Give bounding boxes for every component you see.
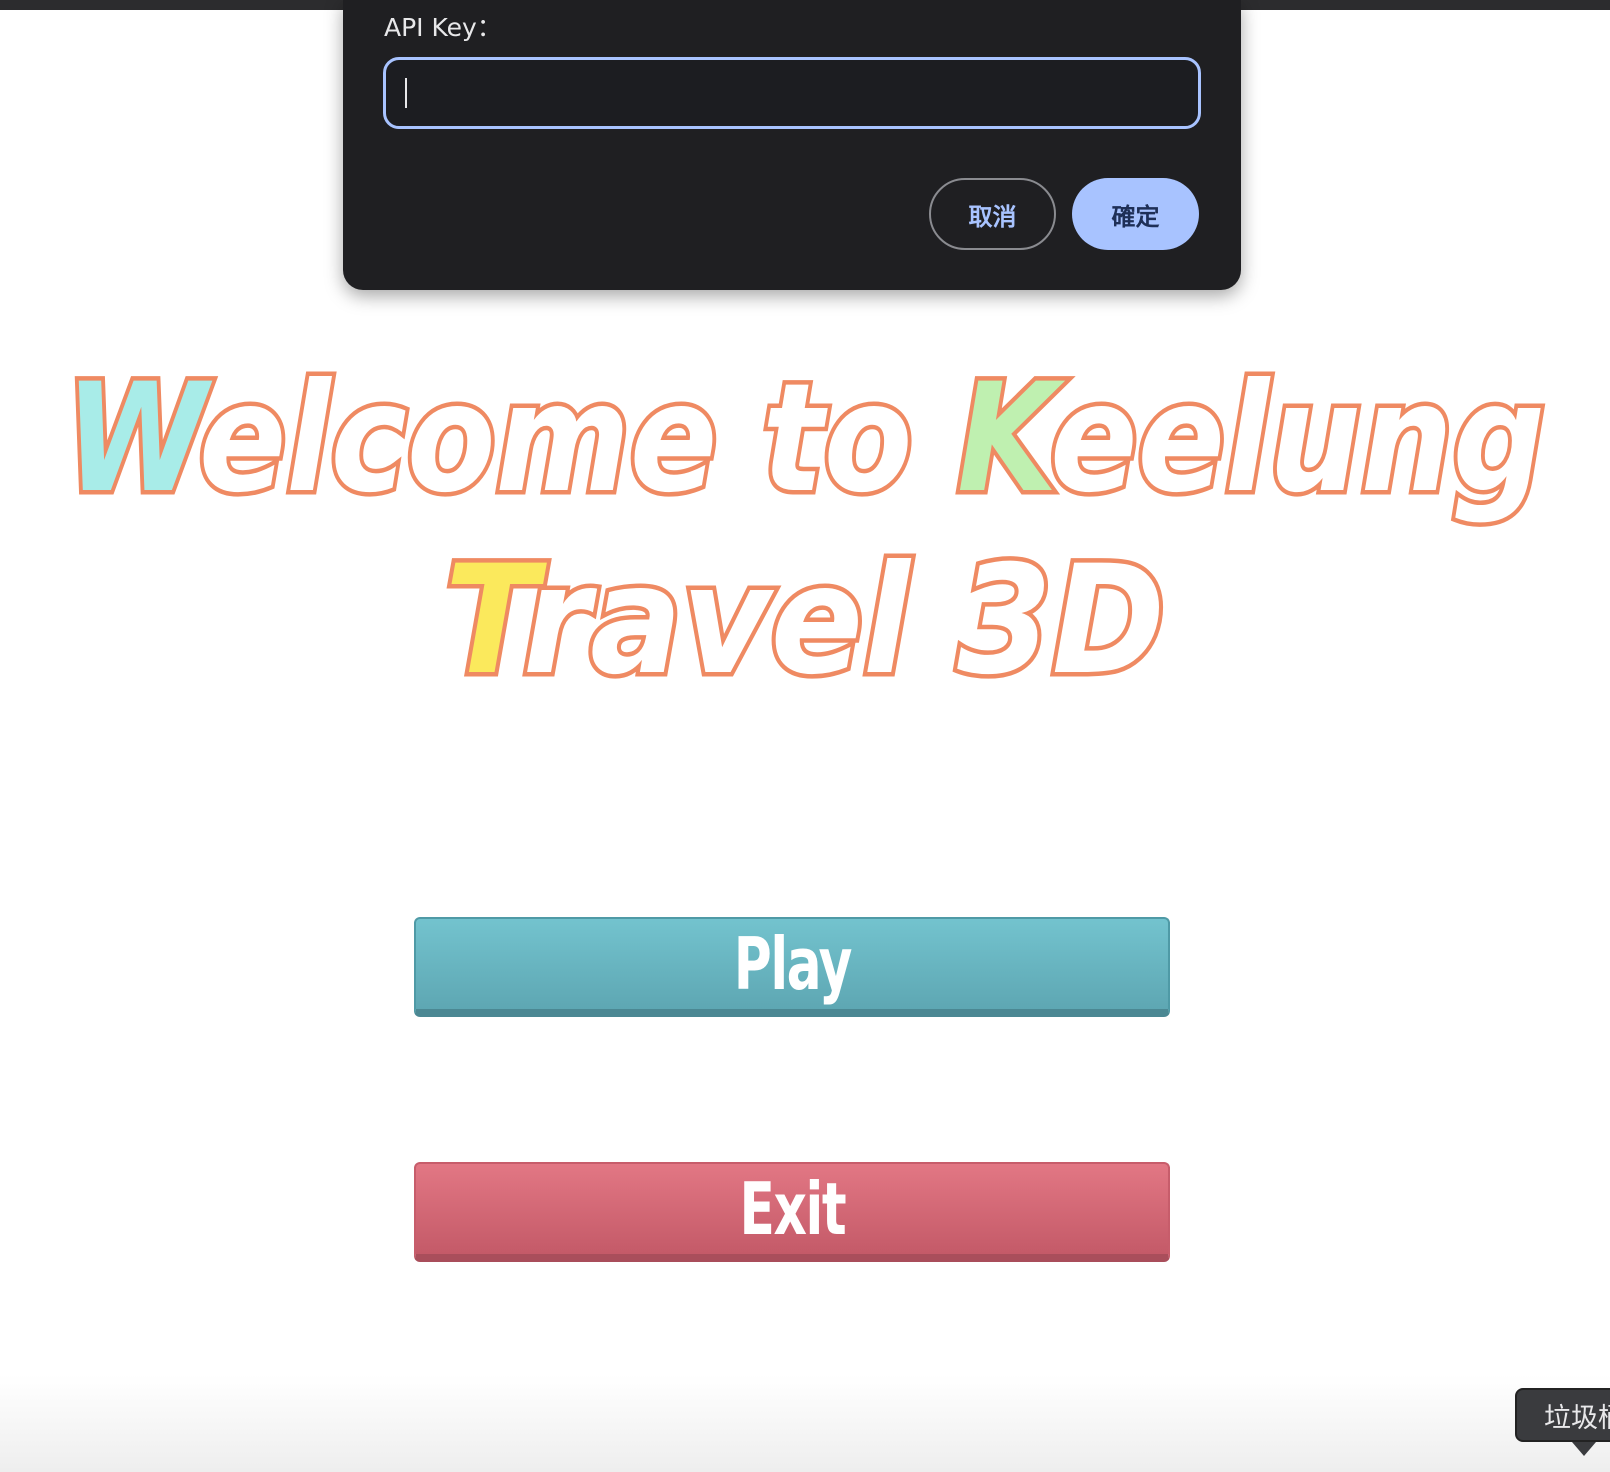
game-start-screen: API Key： 取消 確定 Welcome to Keelung Travel… <box>0 0 1610 1472</box>
api-key-dialog: API Key： 取消 確定 <box>343 0 1241 290</box>
confirm-button[interactable]: 確定 <box>1072 178 1199 250</box>
api-key-input[interactable] <box>383 57 1201 129</box>
dock-area <box>0 1375 1610 1472</box>
title-line-1-part-b: eelung <box>1050 352 1545 526</box>
tooltip-arrow-icon <box>1572 1442 1596 1456</box>
title-line-2: Travel 3D <box>445 534 1165 708</box>
exit-button-label: Exit <box>739 1167 846 1251</box>
text-caret <box>405 78 407 108</box>
title-line-2-rest: ravel 3D <box>523 534 1165 708</box>
play-button-label: Play <box>733 922 852 1006</box>
cancel-button[interactable]: 取消 <box>929 178 1056 250</box>
play-button[interactable]: Play <box>414 917 1170 1017</box>
title-line-1: Welcome to Keelung <box>65 352 1545 526</box>
game-title: Welcome to Keelung Travel 3D <box>61 348 1550 713</box>
title-line-1-part-a: elcome to <box>199 352 957 526</box>
trash-tooltip: 垃圾桶 <box>1515 1388 1610 1442</box>
api-key-label: API Key： <box>384 13 502 42</box>
exit-button[interactable]: Exit <box>414 1162 1170 1262</box>
title-letter-w: W <box>65 352 213 526</box>
